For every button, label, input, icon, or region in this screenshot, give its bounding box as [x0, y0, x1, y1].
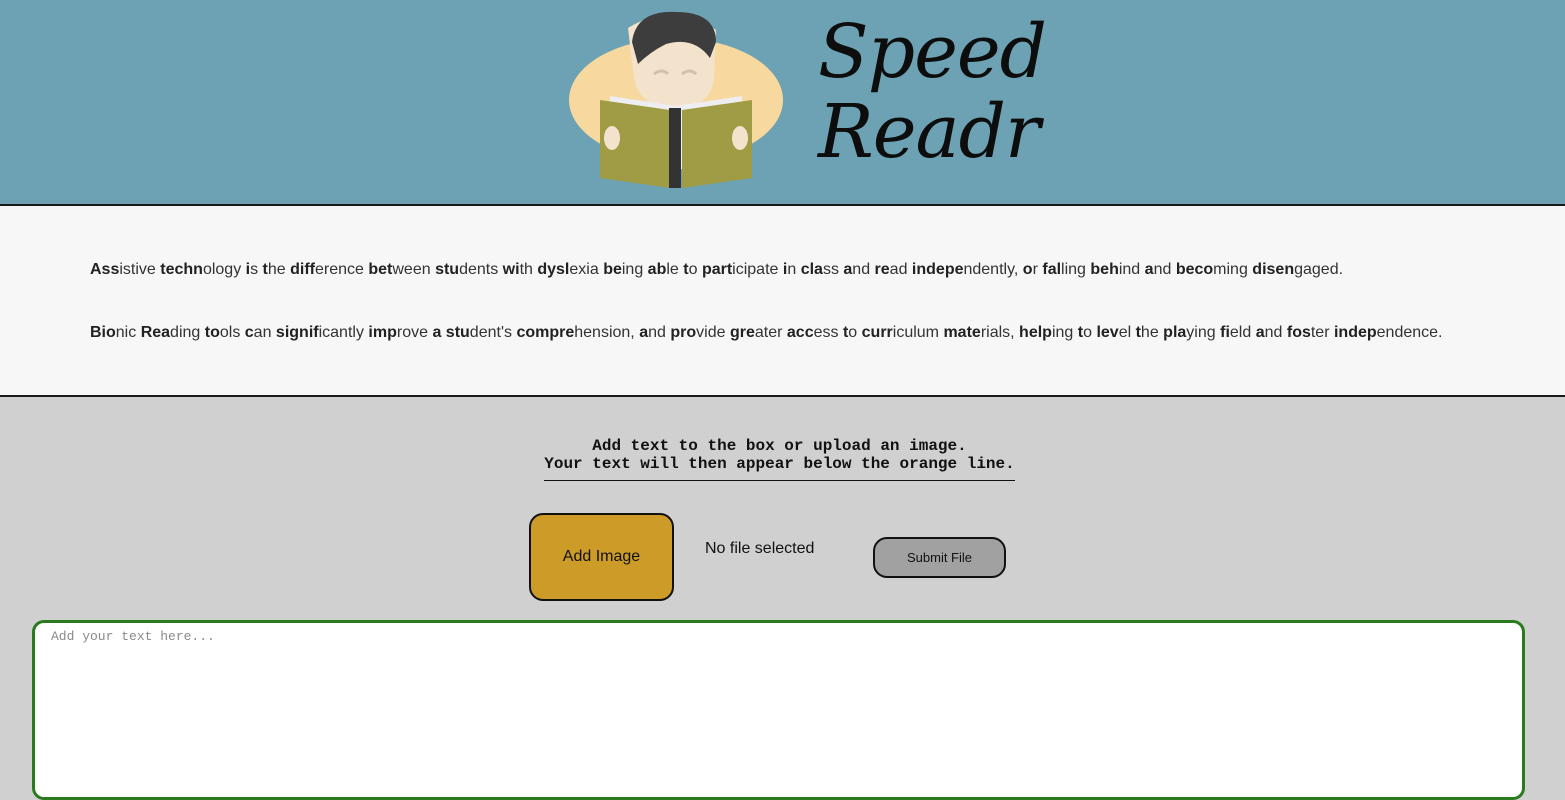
intro-paragraph-1-word: technology: [160, 261, 242, 278]
intro-paragraph-2-word: playing: [1163, 324, 1216, 341]
file-status-text: No file selected: [705, 540, 815, 557]
intro-paragraph-2-word: Reading: [140, 324, 201, 341]
intro-paragraph-1-word: and: [1144, 261, 1172, 278]
intro-paragraph-1-word: or: [1022, 261, 1038, 278]
logo-title-line1: Speed: [818, 9, 1047, 95]
intro-paragraph-2-word: and: [639, 324, 666, 341]
intro-paragraph-1-word: Assistive: [90, 261, 156, 278]
intro-paragraph-2-word: improve: [368, 324, 428, 341]
intro-paragraph-2-word: materials,: [943, 324, 1015, 341]
intro-paragraph-1-word: dyslexia: [537, 261, 599, 278]
intro-paragraph-2-word: and: [1255, 324, 1283, 341]
intro-paragraph-1-word: in: [782, 261, 797, 278]
intro-paragraph-2-word: Bionic: [90, 324, 137, 341]
text-input-area[interactable]: [32, 620, 1525, 800]
site-header: Speed Readr: [0, 0, 1565, 206]
intro-paragraph-2-word: significantly: [275, 324, 364, 341]
intro-paragraph-1-word: class: [800, 261, 839, 278]
intro-paragraph-2-word: helping: [1019, 324, 1074, 341]
intro-paragraph-1-word: and: [843, 261, 871, 278]
instructions-line-1: Add text to the box or upload an image.: [592, 437, 967, 455]
intro-paragraph-1-word: disengaged.: [1252, 261, 1344, 278]
intro-paragraph-1-word: with: [502, 261, 533, 278]
intro-paragraph-2-word: field: [1220, 324, 1252, 341]
intro-paragraph-2-word: comprehension,: [516, 324, 635, 341]
intro-paragraph-1-word: becoming: [1175, 261, 1248, 278]
intro-paragraph-2-word: provide: [670, 324, 726, 341]
intro-paragraph-1-word: the: [262, 261, 286, 278]
intro-paragraph-1-word: read: [874, 261, 908, 278]
intro-paragraph-1-word: able: [647, 261, 679, 278]
intro-paragraph-1-word: behind: [1090, 261, 1141, 278]
intro-paragraph-2-word: a: [432, 324, 442, 341]
intro-paragraph-1-word: participate: [701, 261, 779, 278]
intro-paragraph-1-word: is: [245, 261, 259, 278]
intro-paragraph-2-word: greater: [729, 324, 783, 341]
intro-paragraph-2-word: curriculum: [861, 324, 939, 341]
intro-paragraph-2: Bionic Reading tools can significantly i…: [90, 324, 1443, 342]
intro-paragraph-2-word: access: [786, 324, 839, 341]
intro-paragraph-1-word: students: [435, 261, 499, 278]
intro-paragraph-2-word: level: [1096, 324, 1132, 341]
intro-paragraph-2-word: the: [1135, 324, 1159, 341]
intro-paragraph-1-word: to: [683, 261, 698, 278]
logo-title-line2: Readr: [818, 89, 1040, 175]
intro-section: Assistive technology is the difference b…: [0, 206, 1565, 397]
intro-paragraph-1-word: difference: [290, 261, 364, 278]
instructions-heading: Add text to the box or upload an image. …: [544, 437, 1015, 481]
intro-paragraph-2-word: independence.: [1333, 324, 1443, 341]
logo-title: Speed Readr: [818, 9, 1047, 175]
intro-paragraph-2-word: student's: [445, 324, 512, 341]
intro-paragraph-1-word: being: [603, 261, 644, 278]
intro-paragraph-1-word: falling: [1042, 261, 1086, 278]
intro-paragraph-2-word: to: [1077, 324, 1092, 341]
intro-paragraph-1-word: between: [368, 261, 431, 278]
logo-reader-illustration: [569, 11, 783, 188]
intro-paragraph-1: Assistive technology is the difference b…: [90, 261, 1343, 279]
intro-paragraph-1-word: independently,: [911, 261, 1019, 278]
instructions-line-2: Your text will then appear below the ora…: [544, 455, 1015, 473]
add-image-button[interactable]: Add Image: [529, 513, 674, 601]
intro-paragraph-2-word: tools: [204, 324, 241, 341]
intro-paragraph-2-word: to: [842, 324, 858, 341]
submit-file-button[interactable]: Submit File: [873, 537, 1006, 578]
intro-paragraph-2-word: foster: [1286, 324, 1330, 341]
intro-paragraph-2-word: can: [244, 324, 272, 341]
